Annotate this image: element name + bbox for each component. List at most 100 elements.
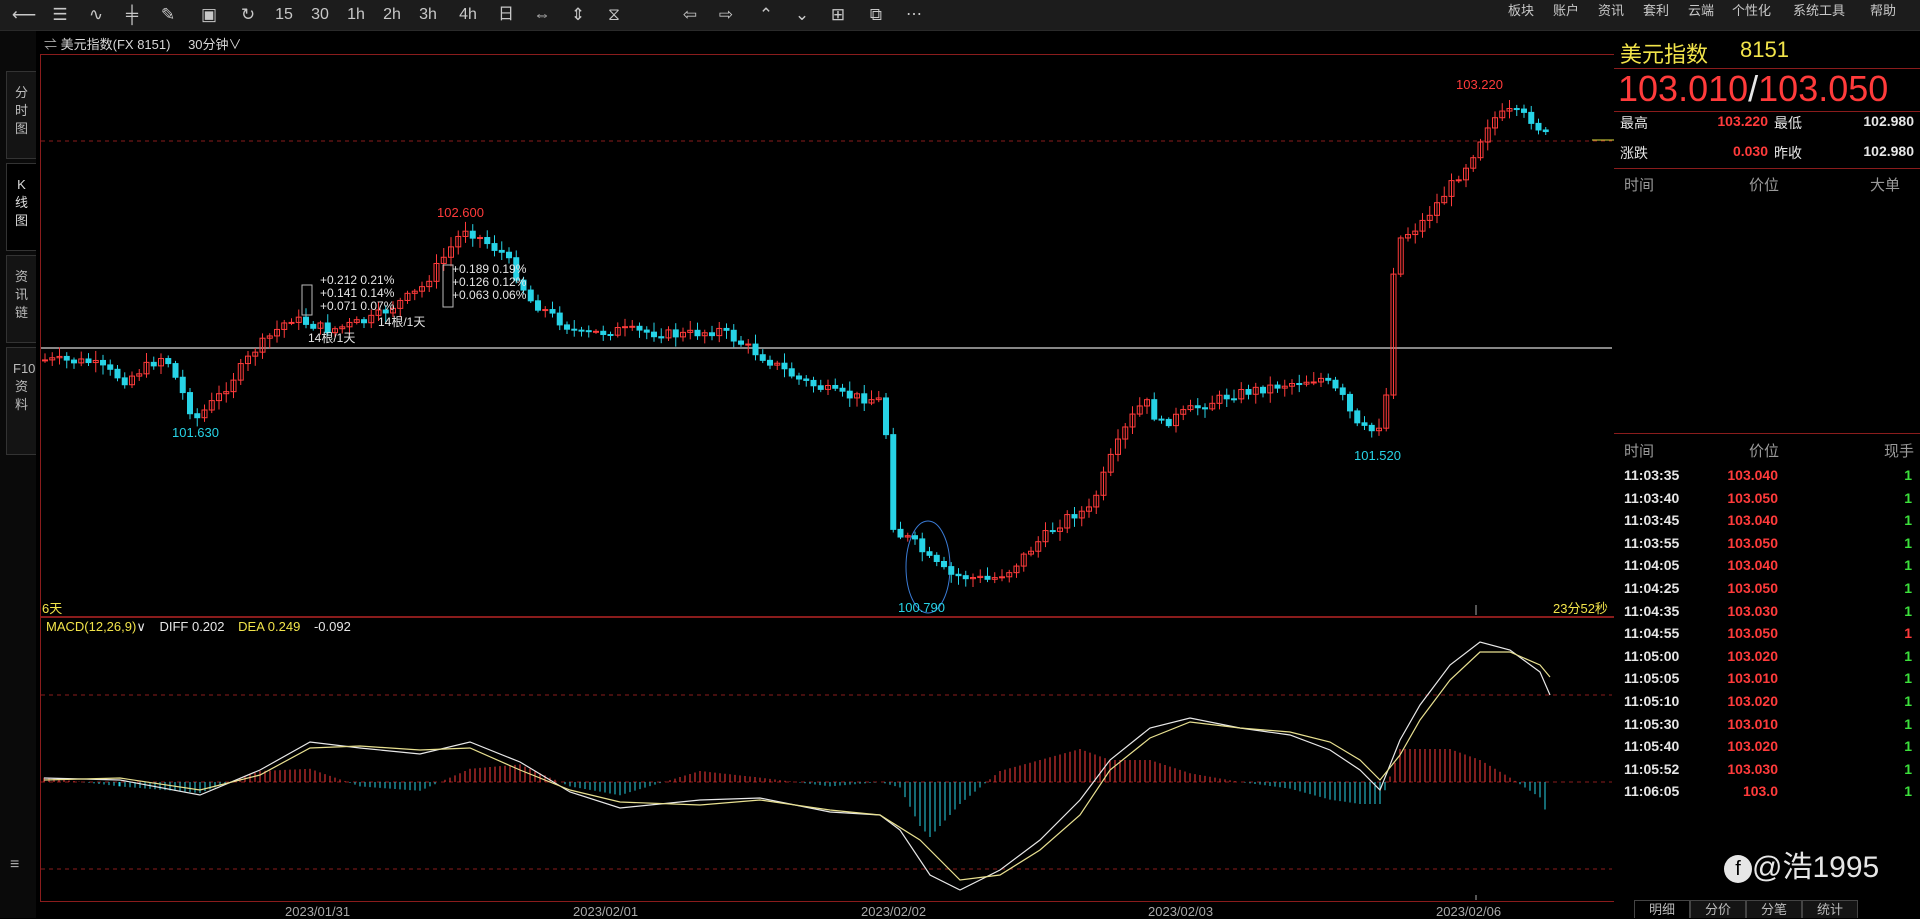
candle-body [179, 376, 186, 394]
candle-body [1071, 514, 1078, 519]
candle-body [310, 323, 317, 329]
candle-body [810, 379, 817, 387]
tick-row: 11:04:05 103.040 1 [1614, 557, 1920, 577]
tick-time: 11:04:25 [1624, 580, 1680, 596]
ask-price: 103.050 [1758, 68, 1889, 109]
tick-vol: 1 [1904, 489, 1912, 506]
macd-name[interactable]: MACD(12,26,9) [46, 619, 136, 634]
tick-vol: 1 [1904, 715, 1912, 732]
tick-row: 11:05:10 103.020 1 [1614, 693, 1920, 713]
tick-col-time: 时间 [1624, 443, 1655, 460]
tick-price: 103.040 [1727, 557, 1778, 574]
candle-body [491, 243, 498, 251]
candle-body [1296, 383, 1303, 386]
candle-body [571, 328, 578, 331]
tick-vol: 1 [1904, 783, 1912, 800]
tick-time: 11:05:40 [1624, 738, 1680, 755]
candle-body [962, 575, 969, 580]
candle-body [658, 336, 665, 339]
price-label-low3: 101.520 [1354, 448, 1401, 463]
tick-vol: 1 [1904, 693, 1912, 709]
price-label-high2: 103.220 [1456, 77, 1503, 92]
candle-body [1260, 386, 1266, 394]
candle-body [897, 528, 904, 538]
candle-body [926, 551, 933, 556]
candle-body [578, 329, 585, 332]
x-date-3: 2023/02/02 [861, 904, 927, 919]
bigorder-col-time: 时间 [1624, 177, 1655, 194]
candle-body [955, 573, 962, 577]
prev-value: 102.980 [1863, 143, 1914, 159]
tab-detail[interactable]: 明细 [1634, 900, 1690, 918]
candle-body [1223, 394, 1230, 400]
tick-time: 11:04:55 [1624, 625, 1680, 642]
tick-row: 11:03:35 103.040 1 [1614, 467, 1920, 487]
tab-ticks[interactable]: 分笔 [1746, 900, 1802, 918]
tick-time: 11:05:30 [1624, 715, 1680, 732]
quote-code: 8151 [1740, 37, 1789, 62]
macd-value: -0.092 [313, 619, 351, 634]
candle-body [542, 309, 549, 312]
tick-time: 11:05:52 [1624, 760, 1680, 777]
candle-body [730, 329, 737, 342]
tick-row: 11:04:25 103.050 1 [1614, 580, 1920, 600]
high-value: 103.220 [1717, 113, 1768, 129]
tick-col-price: 价位 [1749, 443, 1780, 460]
tick-time: 11:04:35 [1624, 602, 1680, 619]
candle-body [919, 538, 926, 553]
tick-row: 11:03:55 103.050 1 [1614, 535, 1920, 555]
tick-price: 103.010 [1727, 715, 1778, 732]
tick-vol: 1 [1904, 534, 1912, 551]
measure2-line3: +0.063 0.06% [452, 288, 527, 302]
candle-body [303, 316, 309, 325]
candle-body [1158, 418, 1165, 421]
candle-body [622, 326, 628, 329]
divider [1614, 433, 1920, 434]
candle-body [607, 334, 614, 337]
tick-time: 11:04:05 [1624, 557, 1680, 574]
tick-time: 11:03:40 [1624, 489, 1680, 506]
tick-col-vol: 现手 [1884, 443, 1915, 460]
tab-price-dist[interactable]: 分价 [1690, 900, 1746, 918]
candle-body [1455, 179, 1462, 182]
prev-label: 昨收 [1774, 145, 1802, 161]
diff-label: DIFF [159, 619, 189, 634]
candle-body [527, 289, 534, 302]
macd-chevron-icon[interactable]: ∨ [136, 619, 146, 634]
tick-vol: 1 [1904, 602, 1912, 619]
tick-row: 11:05:40 103.020 1 [1614, 738, 1920, 758]
dea-label: DEA [238, 619, 265, 634]
label-days: 6天 [42, 601, 63, 616]
change-value: 0.030 [1732, 143, 1768, 159]
quote-name: 美元指数 [1620, 42, 1709, 67]
candle-body [1151, 399, 1158, 420]
tick-price: 103.050 [1727, 625, 1778, 642]
divider [1614, 111, 1920, 112]
candle-series [42, 100, 1549, 587]
quote-panel: 美元指数 8151 103.010/103.050 最高 103.220 最低 … [1614, 31, 1920, 918]
measure-box-2: +0.189 0.19% +0.126 0.12% +0.063 0.06% [452, 263, 526, 302]
candle-body [535, 300, 541, 311]
low-label: 最低 [1774, 115, 1802, 131]
candle-body [1231, 398, 1237, 401]
candle-body [723, 327, 730, 331]
candle-body [651, 331, 657, 338]
tick-vol: 1 [1904, 557, 1912, 574]
candle-body [1354, 410, 1361, 424]
candle-body [1165, 418, 1172, 427]
candle-body [984, 575, 991, 580]
tab-stats[interactable]: 统计 [1802, 900, 1858, 918]
candle-body [933, 554, 940, 563]
tick-row: 11:06:05 103.0 1 [1614, 783, 1920, 803]
candle-body [1194, 405, 1201, 409]
tick-row: 11:03:40 103.050 1 [1614, 490, 1920, 510]
price-label-low2: 100.790 [898, 600, 945, 615]
high-label: 最高 [1620, 115, 1648, 131]
tick-price: 103.020 [1727, 693, 1778, 709]
candle-body [165, 358, 172, 365]
candle-body [1339, 387, 1346, 395]
tick-price: 103.050 [1727, 534, 1778, 551]
candle-body [600, 330, 607, 336]
tick-price: 103.020 [1727, 647, 1778, 664]
macd-histogram [43, 749, 1546, 837]
